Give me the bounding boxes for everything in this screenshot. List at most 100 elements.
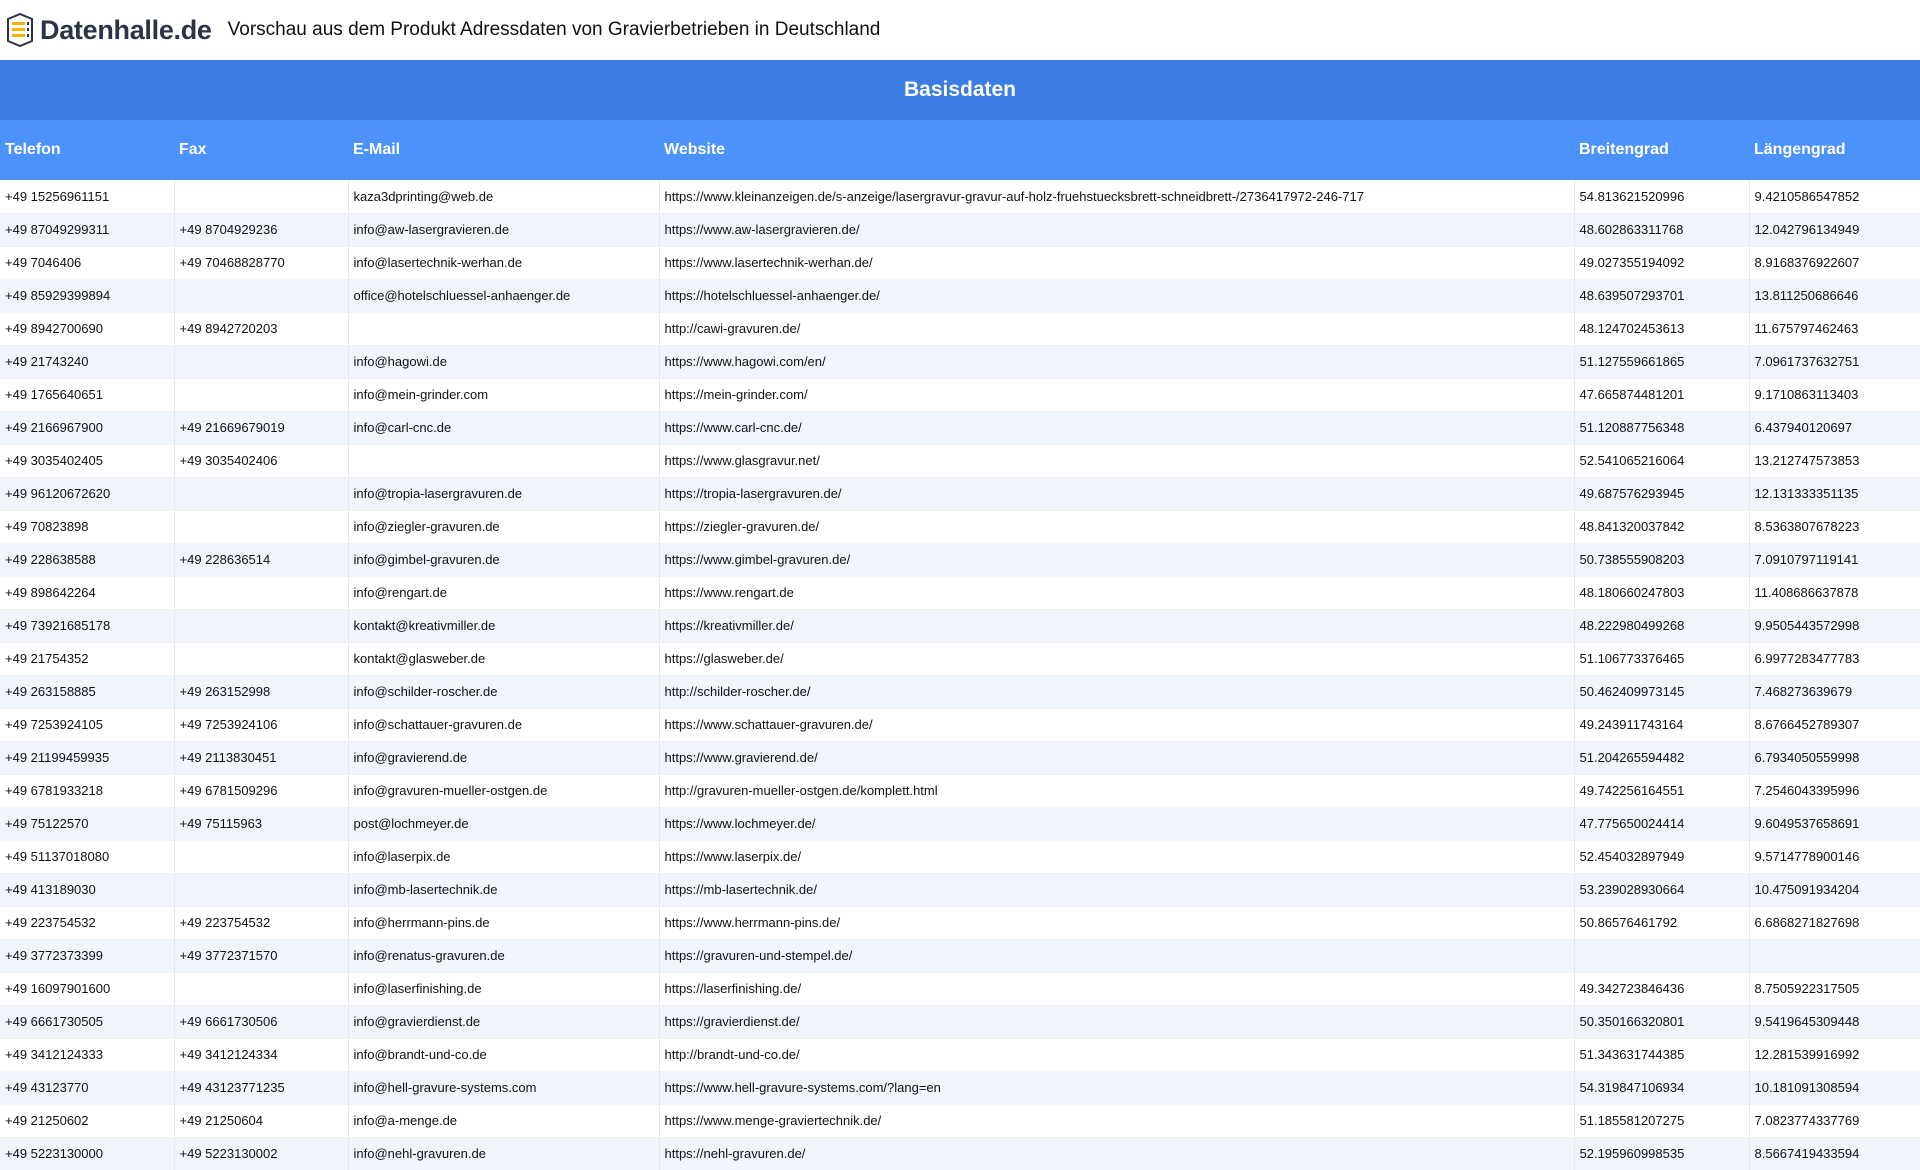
cell-fax <box>174 972 349 1006</box>
cell-fax: +49 6661730506 <box>174 1005 349 1039</box>
cell-fax: +49 263152998 <box>174 675 349 709</box>
table-row: +49 223754532 +49 223754532 info@herrmann-… <box>0 906 1920 940</box>
cell-breitengrad: 52.454032897949 <box>1574 840 1750 874</box>
cell-website: http://schilder-roscher.de/ <box>659 675 1575 709</box>
cell-email: kaza3dprinting@web.de <box>348 180 660 214</box>
cell-telefon: +49 75122570 <box>0 807 175 841</box>
cell-telefon: +49 96120672620 <box>0 477 175 511</box>
cell-telefon: +49 3772373399 <box>0 939 175 973</box>
cell-email: info@gravierend.de <box>348 741 660 775</box>
cell-email <box>348 312 660 346</box>
cell-laengengrad: 9.5419645309448 <box>1749 1005 1920 1039</box>
table-row: +49 8942700690 +49 8942720203 http://cawi-… <box>0 312 1920 346</box>
cell-laengengrad <box>1749 939 1920 973</box>
table-row: +49 16097901600 info@laserfinishing.de htt… <box>0 972 1920 1006</box>
table-row: +49 96120672620 info@tropia-lasergravuren… <box>0 477 1920 511</box>
table-row: +49 7253924105 +49 7253924106 info@schatta… <box>0 708 1920 742</box>
cell-breitengrad: 51.120887756348 <box>1574 411 1750 445</box>
cell-laengengrad: 12.042796134949 <box>1749 213 1920 247</box>
cell-laengengrad: 8.5667419433594 <box>1749 1137 1920 1170</box>
cell-website: https://www.lasertechnik-werhan.de/ <box>659 246 1575 280</box>
cell-telefon: +49 223754532 <box>0 906 175 940</box>
table-row: +49 6661730505 +49 6661730506 info@gravier… <box>0 1005 1920 1039</box>
cell-website: https://www.kleinanzeigen.de/s-anzeige/l… <box>659 180 1575 214</box>
cell-telefon: +49 6661730505 <box>0 1005 175 1039</box>
top-bar: Datenhalle.de Vorschau aus dem Produkt A… <box>0 0 1920 60</box>
cell-fax <box>174 477 349 511</box>
cell-website: https://nehl-gravuren.de/ <box>659 1137 1575 1170</box>
cell-breitengrad: 48.180660247803 <box>1574 576 1750 610</box>
cell-breitengrad: 48.124702453613 <box>1574 312 1750 346</box>
table-row: +49 1765640651 info@mein-grinder.com https… <box>0 378 1920 412</box>
cell-telefon: +49 21743240 <box>0 345 175 379</box>
column-header-breitengrad: Breitengrad <box>1574 120 1749 180</box>
cell-fax: +49 21250604 <box>174 1104 349 1138</box>
table-row: +49 21250602 +49 21250604 info@a-menge.de h… <box>0 1104 1920 1138</box>
column-header-telefon: Telefon <box>0 120 174 180</box>
cell-website: https://mb-lasertechnik.de/ <box>659 873 1575 907</box>
cell-telefon: +49 70823898 <box>0 510 175 544</box>
cell-fax: +49 3772371570 <box>174 939 349 973</box>
cell-laengengrad: 8.5363807678223 <box>1749 510 1920 544</box>
cell-email: info@hell-gravure-systems.com <box>348 1071 660 1105</box>
cell-fax <box>174 576 349 610</box>
cell-breitengrad: 51.343631744385 <box>1574 1038 1750 1072</box>
cell-breitengrad: 53.239028930664 <box>1574 873 1750 907</box>
cell-fax <box>174 180 349 214</box>
cell-email: info@laserpix.de <box>348 840 660 874</box>
cell-email: info@gravierdienst.de <box>348 1005 660 1039</box>
cell-website: https://www.gravierend.de/ <box>659 741 1575 775</box>
table-row: +49 3035402405 +49 3035402406 https://www.… <box>0 444 1920 478</box>
cell-fax: +49 8704929236 <box>174 213 349 247</box>
site-logo[interactable]: Datenhalle.de <box>6 0 212 60</box>
logo-text: Datenhalle.de <box>40 14 212 45</box>
cell-breitengrad: 49.027355194092 <box>1574 246 1750 280</box>
cell-website: https://tropia-lasergravuren.de/ <box>659 477 1575 511</box>
table-row: +49 51137018080 info@laserpix.de https://w… <box>0 840 1920 874</box>
cell-laengengrad: 6.9977283477783 <box>1749 642 1920 676</box>
cell-email: kontakt@kreativmiller.de <box>348 609 660 643</box>
cell-breitengrad: 49.742256164551 <box>1574 774 1750 808</box>
cell-breitengrad: 49.687576293945 <box>1574 477 1750 511</box>
cell-laengengrad: 9.1710863113403 <box>1749 378 1920 412</box>
cell-email: info@mb-lasertechnik.de <box>348 873 660 907</box>
cell-email: post@lochmeyer.de <box>348 807 660 841</box>
column-header-email: E-Mail <box>348 120 659 180</box>
cell-laengengrad: 12.131333351135 <box>1749 477 1920 511</box>
cell-website: http://gravuren-mueller-ostgen.de/komple… <box>659 774 1575 808</box>
cell-telefon: +49 21199459935 <box>0 741 175 775</box>
table-row: +49 6781933218 +49 6781509296 info@gravure… <box>0 774 1920 808</box>
database-logo-icon <box>7 13 33 47</box>
cell-fax: +49 8942720203 <box>174 312 349 346</box>
cell-fax <box>174 609 349 643</box>
cell-telefon: +49 2166967900 <box>0 411 175 445</box>
cell-fax: +49 75115963 <box>174 807 349 841</box>
cell-breitengrad: 50.350166320801 <box>1574 1005 1750 1039</box>
table-row: +49 43123770 +49 43123771235 info@hell-gra… <box>0 1071 1920 1105</box>
cell-laengengrad: 6.6868271827698 <box>1749 906 1920 940</box>
cell-breitengrad: 51.106773376465 <box>1574 642 1750 676</box>
table-row: +49 263158885 +49 263152998 info@schilder-… <box>0 675 1920 709</box>
cell-laengengrad: 8.9168376922607 <box>1749 246 1920 280</box>
table-row: +49 73921685178 kontakt@kreativmiller.de h… <box>0 609 1920 643</box>
column-header-laengengrad: Längengrad <box>1749 120 1920 180</box>
table-body: +49 15256961151 kaza3dprinting@web.de http… <box>0 180 1920 1170</box>
cell-breitengrad: 48.639507293701 <box>1574 279 1750 313</box>
cell-telefon: +49 87049299311 <box>0 213 175 247</box>
table-row: +49 898642264 info@rengart.de https://www.… <box>0 576 1920 610</box>
table-row: +49 228638588 +49 228636514 info@gimbel-gr… <box>0 543 1920 577</box>
cell-telefon: +49 7046406 <box>0 246 175 280</box>
cell-fax <box>174 510 349 544</box>
cell-laengengrad: 7.0961737632751 <box>1749 345 1920 379</box>
cell-email: info@ziegler-gravuren.de <box>348 510 660 544</box>
cell-telefon: +49 6781933218 <box>0 774 175 808</box>
table-row: +49 5223130000 +49 5223130002 info@nehl-gr… <box>0 1137 1920 1170</box>
cell-telefon: +49 898642264 <box>0 576 175 610</box>
cell-laengengrad: 13.811250686646 <box>1749 279 1920 313</box>
table-row: +49 2166967900 +49 21669679019 info@carl-c… <box>0 411 1920 445</box>
cell-fax: +49 3035402406 <box>174 444 349 478</box>
cell-fax <box>174 642 349 676</box>
cell-telefon: +49 3412124333 <box>0 1038 175 1072</box>
table-row: +49 3412124333 +49 3412124334 info@brandt-… <box>0 1038 1920 1072</box>
cell-breitengrad: 54.813621520996 <box>1574 180 1750 214</box>
